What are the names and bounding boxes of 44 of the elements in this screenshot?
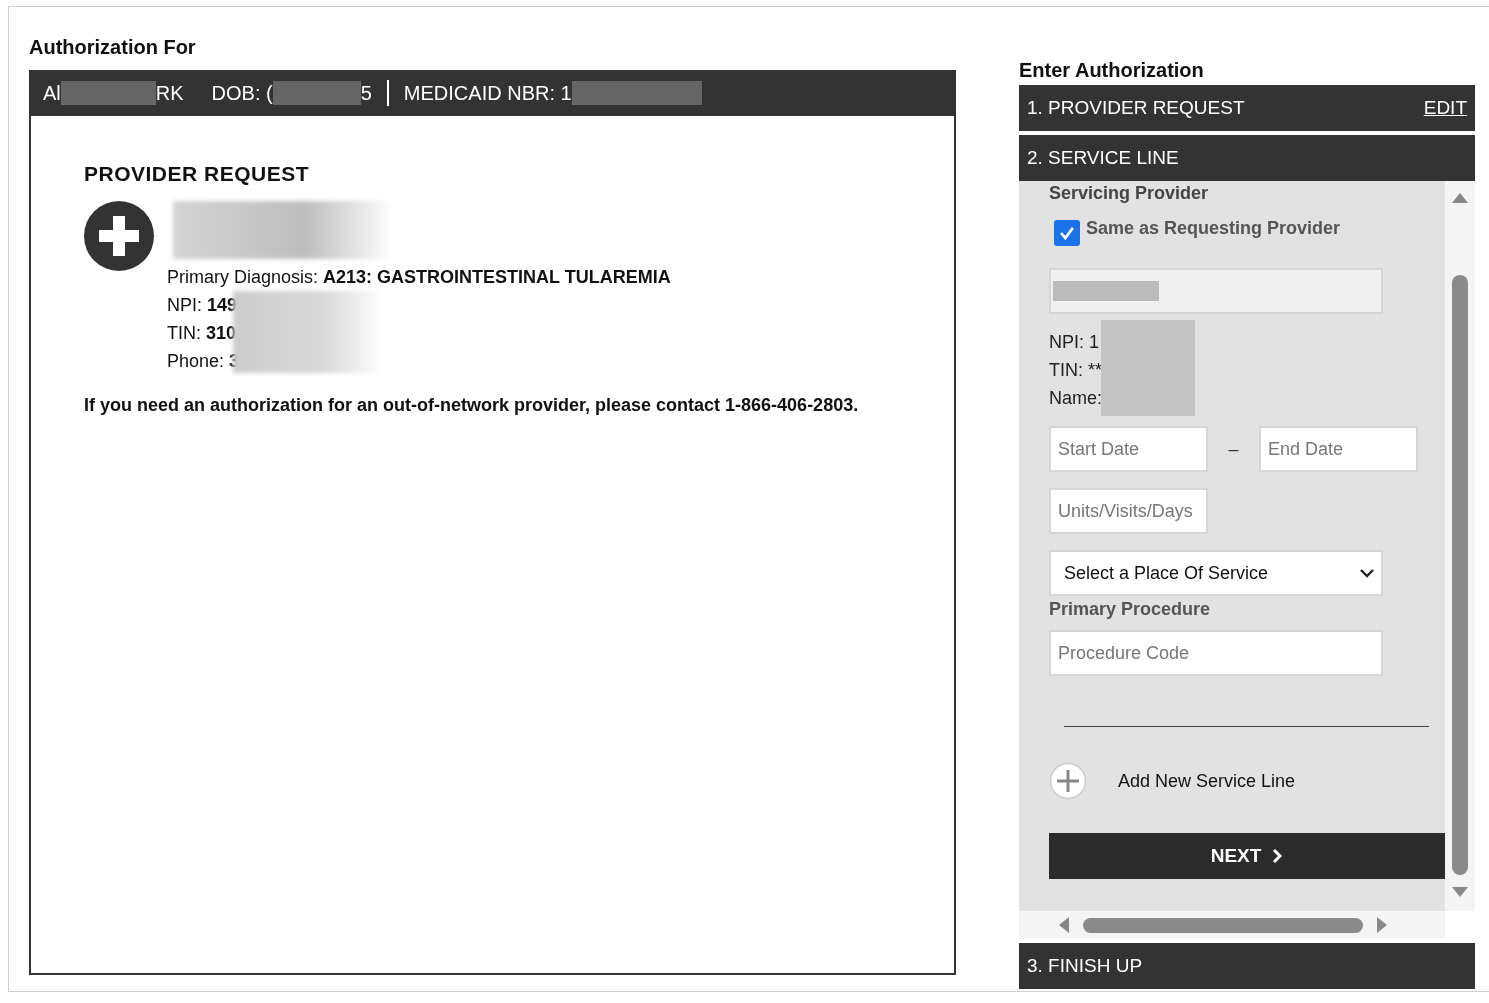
member-info-text: RK — [155, 81, 184, 105]
notice-text: If you need an authorization for an out-of-network provider, please contact 1-866-406-2803. — [84, 395, 860, 416]
scroll-right-icon[interactable] — [1375, 916, 1389, 934]
step-header[interactable]: 2. SERVICE LINE — [1019, 135, 1475, 181]
section-title: Enter Authorization — [1019, 59, 1205, 81]
horizontal-scrollbar[interactable] — [1019, 911, 1445, 939]
add-icon[interactable] — [1049, 762, 1087, 800]
provider-detail: TIN: ** — [1049, 359, 1102, 382]
start-date-field[interactable]: Start Date — [1049, 426, 1208, 472]
step-title: 1. PROVIDER REQUEST — [1027, 97, 1245, 119]
next-button[interactable]: NEXT — [1049, 833, 1445, 879]
step-header[interactable]: 1. PROVIDER REQUEST EDIT — [1019, 85, 1475, 131]
date-separator: – — [1227, 438, 1240, 460]
chevron-down-icon — [1359, 568, 1375, 578]
diagnosis-text: Primary Diagnosis: A213: GASTROINTESTINAL TULAREMIA — [167, 266, 671, 289]
section-title: Authorization For — [29, 36, 197, 60]
procedure-code-field[interactable]: Procedure Code — [1049, 630, 1383, 676]
field-label: Servicing Provider — [1049, 183, 1209, 204]
edit-link[interactable]: EDIT — [1423, 97, 1467, 119]
member-info-text: Al — [43, 81, 61, 105]
scroll-left-icon[interactable] — [1057, 916, 1071, 934]
checkbox[interactable] — [1054, 220, 1080, 246]
vertical-scrollbar[interactable] — [1445, 181, 1475, 911]
field-label: Primary Procedure — [1049, 599, 1211, 620]
section-heading: PROVIDER REQUEST — [84, 162, 311, 186]
units-field[interactable]: Units/Visits/Days — [1049, 488, 1208, 534]
end-date-field[interactable]: End Date — [1259, 426, 1418, 472]
provider-detail: TIN: 310 — [167, 322, 238, 345]
step-title: 3. FINISH UP — [1027, 955, 1143, 977]
provider-detail: NPI: 149 — [167, 294, 239, 317]
checkbox-label: Same as Requesting Provider — [1086, 218, 1341, 239]
member-info-text: 5 — [360, 81, 372, 105]
step-header[interactable]: 3. FINISH UP — [1019, 943, 1475, 989]
add-service-line-link[interactable]: Add New Service Line — [1118, 770, 1296, 792]
member-info-text: MEDICAID NBR: 1 — [403, 81, 572, 105]
plus-icon — [84, 201, 154, 271]
place-of-service-dropdown[interactable]: Select a Place Of Service — [1049, 550, 1383, 596]
chevron-right-icon — [1271, 848, 1284, 864]
provider-detail: NPI: 1 — [1049, 331, 1101, 354]
provider-detail: Name: — [1049, 387, 1102, 410]
step-title: 2. SERVICE LINE — [1027, 147, 1179, 169]
scroll-up-icon[interactable] — [1451, 191, 1469, 205]
member-info-text: DOB: ( — [211, 81, 273, 105]
scroll-down-icon[interactable] — [1451, 885, 1469, 899]
